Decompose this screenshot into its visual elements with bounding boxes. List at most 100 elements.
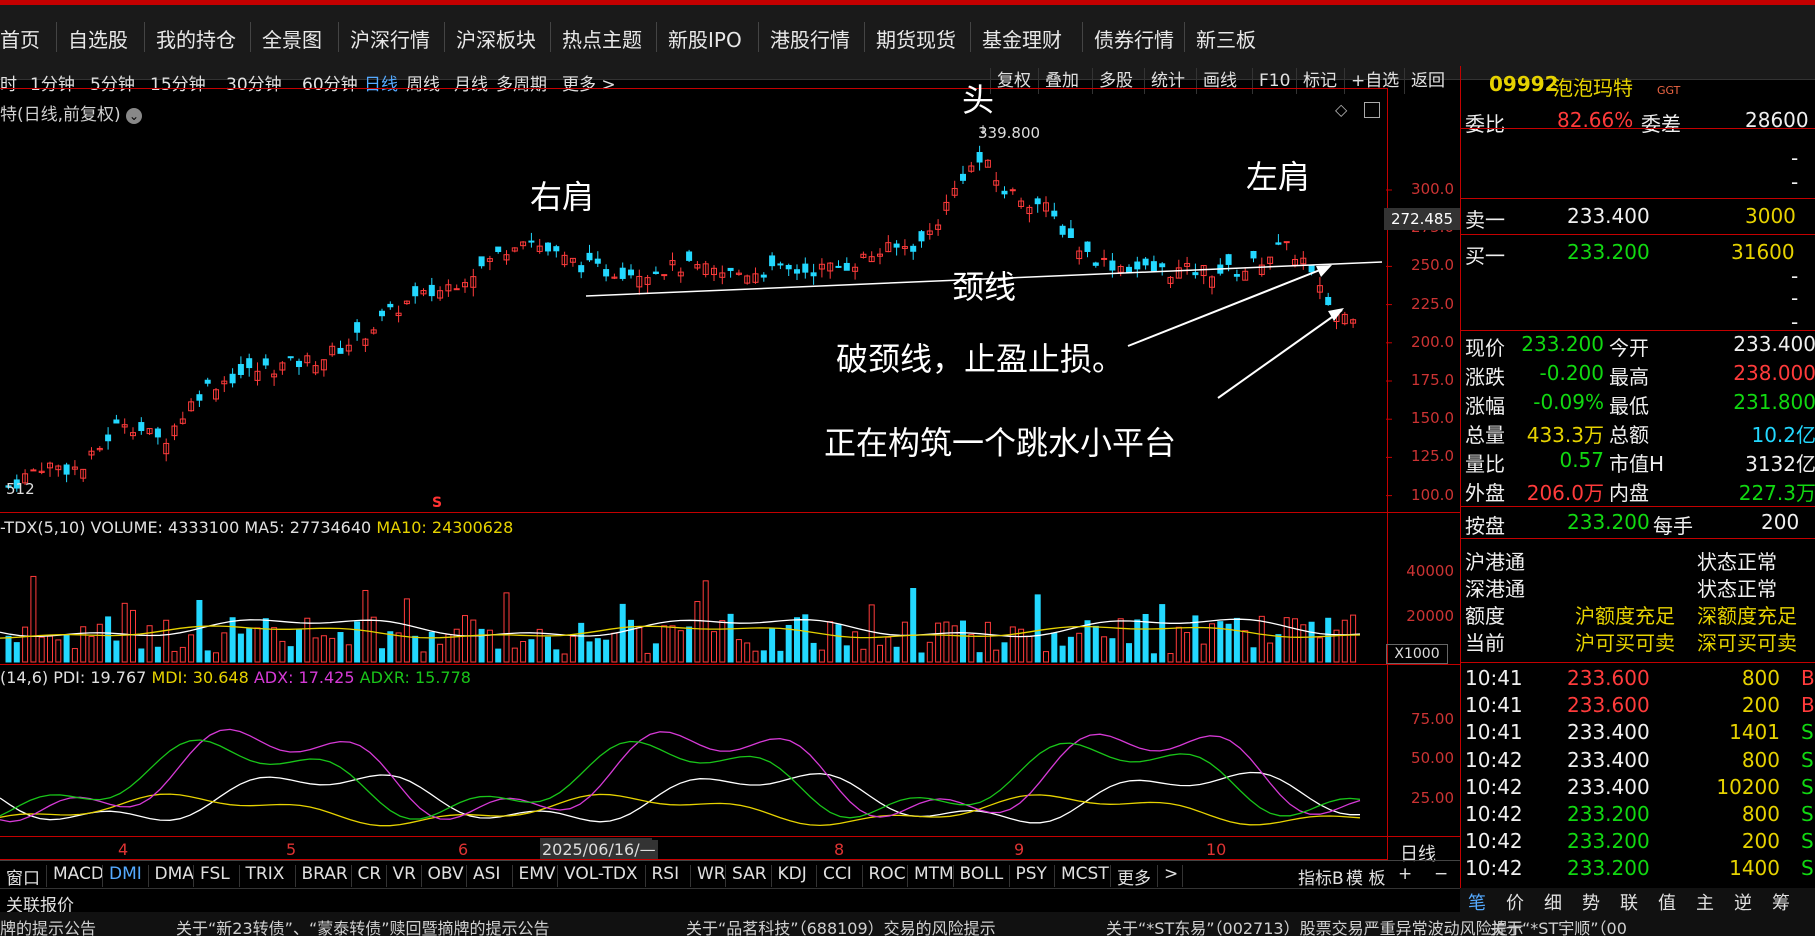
volume-bar [271, 627, 278, 663]
quote-tab-8[interactable]: 筹 [1772, 889, 1790, 915]
volume-bar [918, 652, 925, 663]
ticker-item[interactable]: 关于“*ST东易”（002713）股票交易严重异常波动风险提示 [1106, 915, 1524, 936]
trade-row: 10:42 233.400 800 S [1461, 748, 1815, 774]
volume-bar [802, 614, 809, 663]
indicator-tab-22[interactable]: MCST [1061, 864, 1109, 884]
volume-bar [1258, 615, 1265, 663]
candle-body [661, 274, 668, 277]
quote-tab-6[interactable]: 主 [1696, 889, 1714, 915]
candle-body [387, 303, 394, 308]
indicator-right-button-3[interactable]: − [1434, 864, 1448, 884]
stock-tag: GGT [1657, 84, 1681, 97]
indicator-right-button-1[interactable]: 模 板 [1346, 864, 1385, 889]
indicator-tab-8[interactable]: VR [393, 864, 416, 884]
indicator-tab-2[interactable]: DMI [109, 864, 142, 884]
indicator-right-button-0[interactable]: 指标B [1298, 864, 1344, 889]
quote-tab-0[interactable]: 笔 [1468, 889, 1486, 915]
indicator-right-button-2[interactable]: + [1398, 864, 1412, 884]
indicator-tab-23[interactable]: 更多 [1117, 864, 1151, 889]
quote-tab-3[interactable]: 势 [1582, 889, 1600, 915]
trade-time: 10:42 [1465, 802, 1523, 826]
quote-tab-7[interactable]: 逆 [1734, 889, 1752, 915]
volume-bar [412, 635, 419, 663]
indicator-tab-13[interactable]: RSI [652, 864, 680, 884]
candle-body [794, 269, 800, 274]
indicator-tab-3[interactable]: DMA [155, 864, 194, 884]
candle-body [1275, 242, 1282, 245]
ticker-item[interactable]: 关于“新23转债”、“蒙泰转债”赎回暨摘牌的提示公告 [176, 915, 550, 936]
volume-bar [387, 631, 394, 663]
stat-label: 涨幅 [1465, 394, 1505, 418]
trade-price: 233.400 [1567, 774, 1650, 799]
indicator-tab-18[interactable]: ROC [869, 864, 906, 884]
indicator-tab-15[interactable]: SAR [732, 864, 767, 884]
price-axis-label: 300.0 [1411, 180, 1454, 198]
indicator-tab-11[interactable]: EMV [519, 864, 556, 884]
trade-direction: S [1801, 747, 1814, 772]
volume-bar [1233, 617, 1240, 663]
volume-bar [686, 626, 693, 663]
xaxis-label: 9 [1014, 840, 1025, 859]
candle-body [478, 256, 485, 267]
trade-volume: 200 [1741, 693, 1780, 718]
indicator-tab-16[interactable]: KDJ [778, 864, 807, 884]
indicator-tab-10[interactable]: ASI [473, 864, 500, 884]
indicator-tab-7[interactable]: CR [358, 864, 382, 884]
indicator-tab-17[interactable]: CCI [823, 864, 852, 884]
quote-divider-1 [1460, 128, 1815, 129]
indicator-tab-9[interactable]: OBV [428, 864, 464, 884]
trade-price: 233.200 [1567, 856, 1650, 881]
volume-bar [495, 648, 502, 663]
indicator-tab-1[interactable]: MACD [53, 864, 104, 884]
volume-bar [545, 636, 551, 663]
volume-unit-box: X1000 [1386, 644, 1448, 664]
indicator-tab-5[interactable]: TRIX [246, 864, 285, 884]
quote-tab-2[interactable]: 细 [1544, 889, 1562, 915]
trade-direction: S [1801, 720, 1814, 745]
ticker-item[interactable]: 关于“*ST宇顺”（00 [1490, 915, 1627, 936]
indicator-tab-24[interactable]: > [1164, 864, 1178, 884]
quote-tab-4[interactable]: 联 [1620, 889, 1638, 915]
indicator-tab-6[interactable]: BRAR [302, 864, 348, 884]
trade-price: 233.200 [1567, 829, 1650, 854]
buy1-row: 买一 233.200 31600 [1461, 240, 1815, 268]
volume-bar [296, 629, 302, 663]
indicator-tab-4[interactable]: FSL [200, 864, 230, 884]
indicator-tab-21[interactable]: PSY [1016, 864, 1047, 884]
volume-bar [1308, 621, 1315, 663]
indicator-tab-20[interactable]: BOLL [960, 864, 1004, 884]
volume-bar [154, 646, 161, 663]
tab-separator [952, 865, 954, 887]
candle-body [1325, 296, 1332, 306]
tab-separator [193, 865, 194, 887]
volume-bar [594, 638, 601, 663]
annotation-right-shoulder: 右肩 [530, 178, 595, 216]
indicator-tab-19[interactable]: MTM [914, 864, 954, 884]
volume-bar [237, 633, 244, 663]
dash: - [1791, 170, 1799, 194]
candle-body [976, 152, 983, 163]
quote-tab-5[interactable]: 值 [1658, 889, 1676, 915]
link-bar: 关联报价 [0, 888, 1460, 916]
indicator-tab-14[interactable]: WR [697, 864, 726, 884]
ticker-item[interactable]: 牌的提示公告 [0, 915, 96, 936]
price-axis-label: 200.0 [1411, 332, 1454, 351]
quote-tab-1[interactable]: 价 [1506, 889, 1524, 915]
quote-title: 09992 泡泡玛特 GGT [1461, 72, 1815, 100]
indicator-tab-0[interactable]: 窗口 [6, 864, 40, 889]
tab-separator [1157, 865, 1158, 887]
dmi-mdi-line [0, 793, 1361, 827]
ticker-item[interactable]: 关于“品茗科技”（688109）交易的风险提示 [686, 915, 996, 936]
buy1-price: 233.200 [1567, 240, 1650, 264]
price-axis-label: 175.0 [1411, 371, 1454, 389]
tab-separator [46, 865, 47, 887]
candle-body [843, 262, 850, 271]
indicator-tab-12[interactable]: VOL-TDX [564, 864, 638, 884]
ask-dash-row-1: - [1461, 146, 1815, 172]
volume-bar [818, 649, 825, 663]
tab-separator [147, 865, 149, 887]
trade-volume: 200 [1741, 829, 1780, 854]
volume-bar [379, 648, 385, 663]
candle-body [1084, 241, 1091, 252]
stat-value: 233.400 [1733, 332, 1815, 356]
